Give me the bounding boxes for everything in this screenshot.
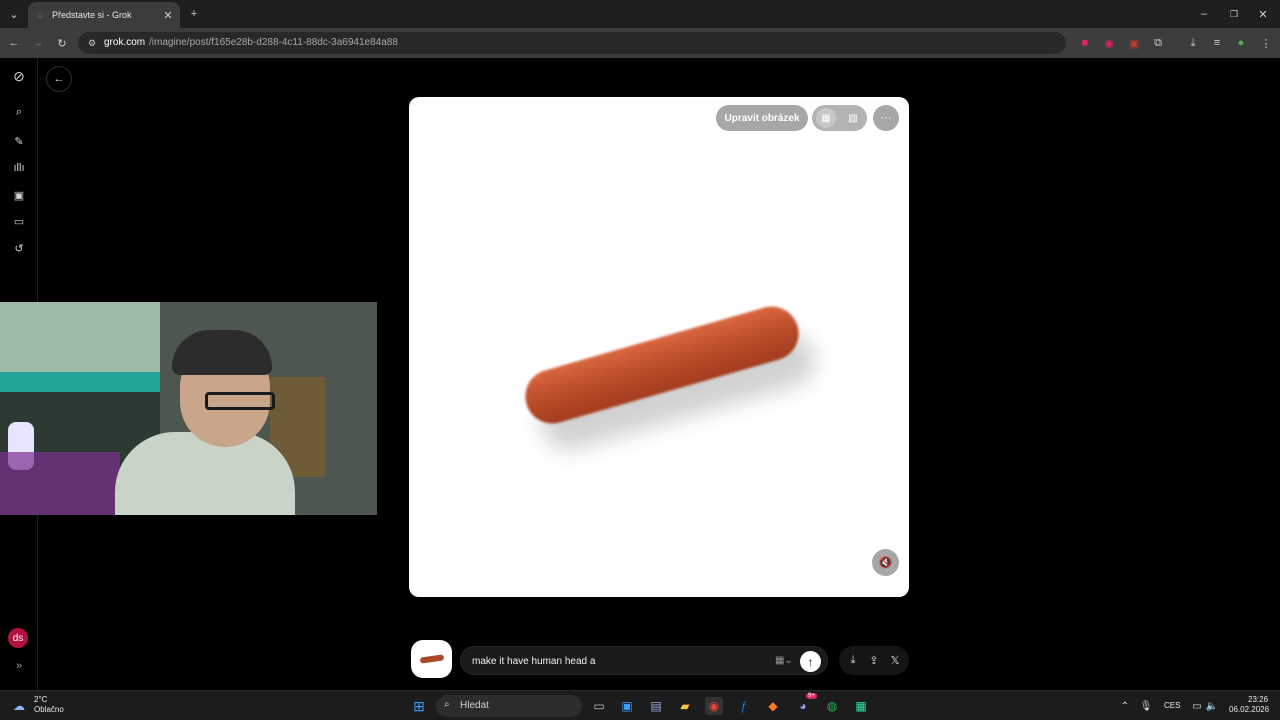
app-icon[interactable]: ▤ — [647, 697, 665, 715]
image-icon[interactable]: ▨ — [843, 108, 863, 128]
person-shirt — [115, 432, 295, 515]
address-bar[interactable]: ⚙ grok.com /imagine/post/f165e28b-d288-4… — [78, 32, 1066, 54]
arrow-left-icon: ← — [53, 73, 65, 85]
volume-icon[interactable]: 🔈 — [1203, 697, 1221, 715]
action-group: ⤓ ⇪ 𝕏 — [839, 646, 909, 675]
new-tab-icon[interactable]: + — [186, 6, 202, 22]
thumbnail-sausage — [419, 654, 445, 664]
facebook-icon[interactable]: ƒ — [735, 697, 753, 715]
x-icon[interactable]: 𝕏 — [887, 652, 903, 668]
download-icon[interactable]: ⤓ — [845, 652, 861, 668]
download-icon[interactable]: ⤓ — [1185, 35, 1201, 51]
photos-icon[interactable]: ▣ — [618, 697, 636, 715]
extensions-puzzle-icon[interactable]: ⧉ — [1150, 35, 1166, 51]
discord-icon[interactable]: ◕ — [794, 697, 812, 715]
app-icon[interactable]: ▦ — [852, 697, 870, 715]
browser-tab[interactable]: ◌ Představte si - Grok ✕ — [28, 2, 180, 28]
projects-folder-icon[interactable]: ▭ — [11, 213, 27, 229]
back-icon[interactable]: ← — [6, 35, 22, 51]
reload-icon[interactable]: ↻ — [54, 35, 70, 51]
weather-temp: 2°C — [34, 695, 48, 704]
share-icon[interactable]: ⇪ — [866, 652, 882, 668]
search-placeholder: Hledat — [460, 700, 489, 711]
app-icon[interactable]: ◆ — [764, 697, 782, 715]
close-window-icon[interactable]: ✕ — [1255, 6, 1271, 22]
mute-button[interactable]: 🔇 — [872, 549, 899, 576]
prompt-box: ▦⌄ ↑ — [460, 646, 828, 675]
profile-icon[interactable]: ● — [1233, 35, 1249, 51]
weather-cloud-icon[interactable]: ☁ — [10, 697, 28, 715]
site-info-icon[interactable]: ⚙ — [84, 35, 100, 51]
webcam-overlay — [0, 302, 377, 515]
favicon-icon: ◌ — [37, 10, 43, 20]
extension-icon[interactable]: ■ — [1077, 35, 1093, 51]
search-icon[interactable]: ⌕ — [11, 104, 27, 120]
person-glasses — [205, 392, 275, 410]
language-indicator[interactable]: CES — [1164, 701, 1180, 710]
minimize-icon[interactable]: – — [1196, 6, 1212, 22]
taskbar-search[interactable]: ⌕ Hledat — [436, 695, 582, 717]
discord-badge: 9+ — [806, 693, 817, 699]
chrome-icon[interactable]: ◉ — [705, 697, 723, 715]
browser-tab-bar: ⌄ ◌ Představte si - Grok ✕ + – ❐ ✕ — [0, 0, 1280, 28]
extension-icon[interactable]: ▣ — [1126, 35, 1142, 51]
muted-speaker-icon: 🔇 — [878, 557, 893, 569]
media-mode-toggle[interactable]: ▦ ▨ — [812, 105, 867, 131]
forward-icon[interactable]: → — [30, 35, 46, 51]
close-tab-icon[interactable]: ✕ — [160, 7, 176, 23]
spotify-icon[interactable]: ◍ — [823, 697, 841, 715]
clock-date[interactable]: 06.02.2026 — [1229, 705, 1269, 714]
led-strip — [0, 372, 160, 392]
avatar[interactable]: ds — [8, 628, 28, 648]
windows-taskbar: ☁ 2°C Oblačno ⊞ ⌕ Hledat ▭ ▣ ▤ ▰ ◉ ƒ ◆ ◕… — [0, 690, 1280, 720]
media-icon[interactable]: ≡ — [1209, 35, 1225, 51]
person-cap — [172, 330, 272, 375]
more-options-button[interactable]: ··· — [873, 105, 899, 131]
back-button[interactable]: ← — [46, 66, 72, 92]
prompt-input[interactable] — [472, 654, 752, 668]
purple-light — [0, 452, 120, 515]
tab-search-icon[interactable]: ⌄ — [6, 6, 22, 22]
chevron-up-icon[interactable]: ⌃ — [1116, 697, 1134, 715]
edit-icon[interactable]: ✎ — [11, 133, 27, 149]
edit-image-button[interactable]: Upravit obrázek — [716, 105, 808, 131]
extension-icon[interactable]: ◉ — [1101, 35, 1117, 51]
microphone-icon[interactable]: 🎙 — [1137, 697, 1155, 715]
window-light — [0, 302, 160, 372]
image-thumbnail[interactable] — [411, 640, 452, 678]
video-icon[interactable]: ▦ — [816, 108, 836, 128]
url-domain: grok.com — [104, 37, 146, 48]
weather-desc: Oblačno — [34, 705, 64, 714]
arrow-up-icon: ↑ — [807, 654, 814, 669]
video-mode-icon[interactable]: ▦⌄ — [775, 655, 793, 666]
more-icon: ··· — [880, 112, 892, 124]
windows-start-icon[interactable]: ⊞ — [410, 697, 428, 715]
task-view-icon[interactable]: ▭ — [590, 697, 608, 715]
voice-icon[interactable]: ıllı — [11, 160, 27, 176]
clock-time[interactable]: 23:26 — [1248, 695, 1268, 704]
tab-title: Představte si - Grok — [52, 10, 132, 20]
history-icon[interactable]: ↺ — [11, 240, 27, 256]
search-icon: ⌕ — [444, 699, 450, 710]
menu-icon[interactable]: ⋮ — [1258, 35, 1274, 51]
file-explorer-icon[interactable]: ▰ — [676, 697, 694, 715]
imagine-icon[interactable]: ▣ — [11, 187, 27, 203]
send-button[interactable]: ↑ — [800, 651, 821, 672]
grok-logo-icon[interactable]: ⊘ — [11, 68, 27, 84]
restore-icon[interactable]: ❐ — [1226, 6, 1242, 22]
url-path: /imagine/post/f165e28b-d288-4c11-88dc-3a… — [149, 37, 398, 48]
expand-sidebar-icon[interactable]: » — [11, 658, 27, 674]
